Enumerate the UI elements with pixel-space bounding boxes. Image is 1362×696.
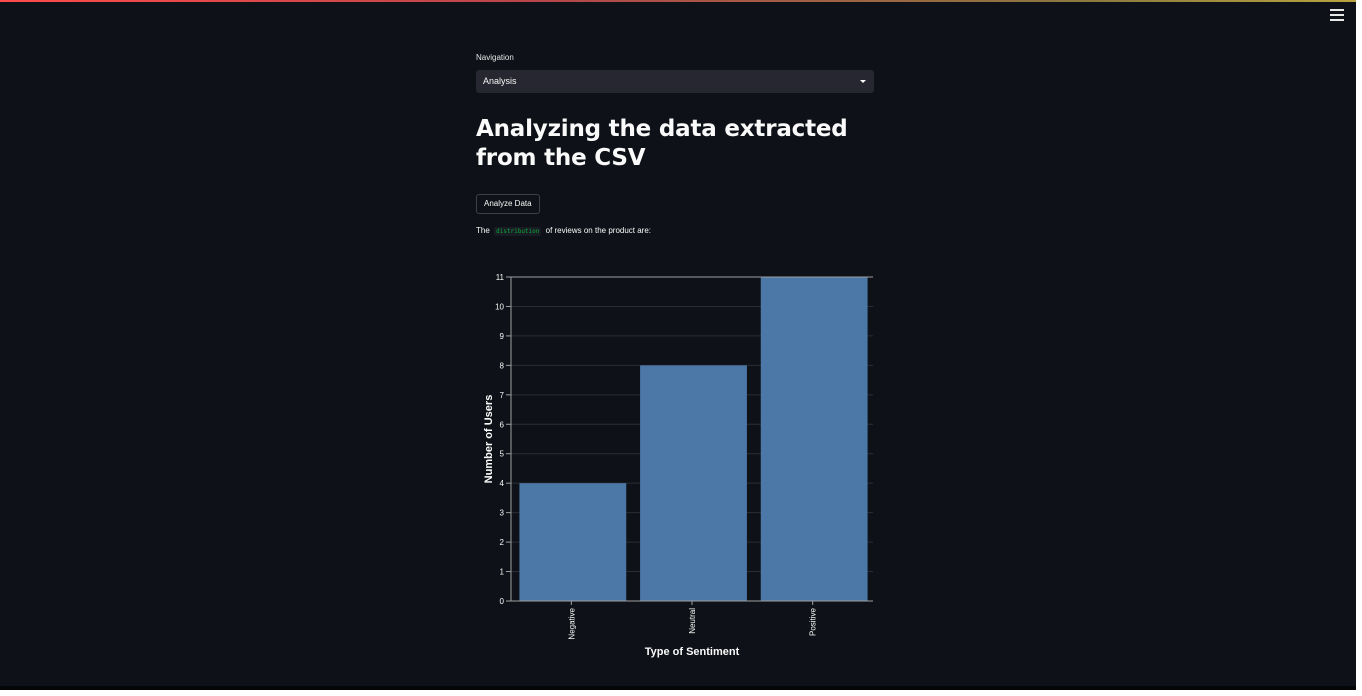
sentiment-bar-chart: 0 1 2 3 4 5 6 7 8 9 10 11 Negative Neutral Positive N… [483,273,873,658]
y-tick-label-4: 4 [500,479,505,488]
y-tick-label-2: 2 [500,538,505,547]
y-tick-label-7: 7 [500,391,505,400]
distribution-prefix: The [476,226,490,235]
x-tick-label-neutral: Neutral [688,608,697,634]
distribution-caption: The distribution of reviews on the produ… [476,225,874,237]
analyze-data-button[interactable]: Analyze Data [476,194,540,214]
chart-bars [519,277,868,601]
y-tick-label-10: 10 [495,302,504,311]
chart-y-axis-label: Number of Users [483,395,495,484]
page-title: Analyzing the data extracted from the CS… [476,116,848,171]
app-root: Navigation Analysis Analyzing the data e… [0,0,1356,690]
bar-negative [519,483,627,601]
chart-x-axis-label: Type of Sentiment [645,646,740,658]
navigation-label: Navigation [476,53,514,62]
y-tick-label-3: 3 [500,509,505,518]
bar-positive [760,277,868,601]
navigation-selected-value: Analysis [483,76,517,86]
window-edge-right [1356,0,1362,696]
x-tick-label-negative: Negative [567,607,576,639]
top-decoration-bar [0,0,1356,2]
bar-neutral [640,365,747,601]
x-tick-label-positive: Positive [809,607,818,636]
chart-x-ticks: Negative Neutral Positive [567,601,818,640]
y-tick-label-11: 11 [496,273,505,282]
window-edge-bottom [0,690,1362,696]
y-tick-label-1: 1 [500,568,505,577]
y-tick-label-9: 9 [500,332,505,341]
main-content: Navigation Analysis Analyzing the data e… [476,52,874,237]
hamburger-menu-icon[interactable] [1330,9,1344,21]
distribution-suffix: of reviews on the product are: [545,226,652,235]
chart-y-ticks: 0 1 2 3 4 5 6 7 8 9 10 11 [495,273,511,606]
y-tick-label-6: 6 [500,420,505,429]
y-tick-label-5: 5 [500,450,505,459]
chevron-down-icon [860,80,866,83]
distribution-code: distribution [494,227,542,236]
y-tick-label-8: 8 [500,361,505,370]
y-tick-label-0: 0 [500,597,505,606]
navigation-select[interactable]: Analysis [476,70,874,93]
